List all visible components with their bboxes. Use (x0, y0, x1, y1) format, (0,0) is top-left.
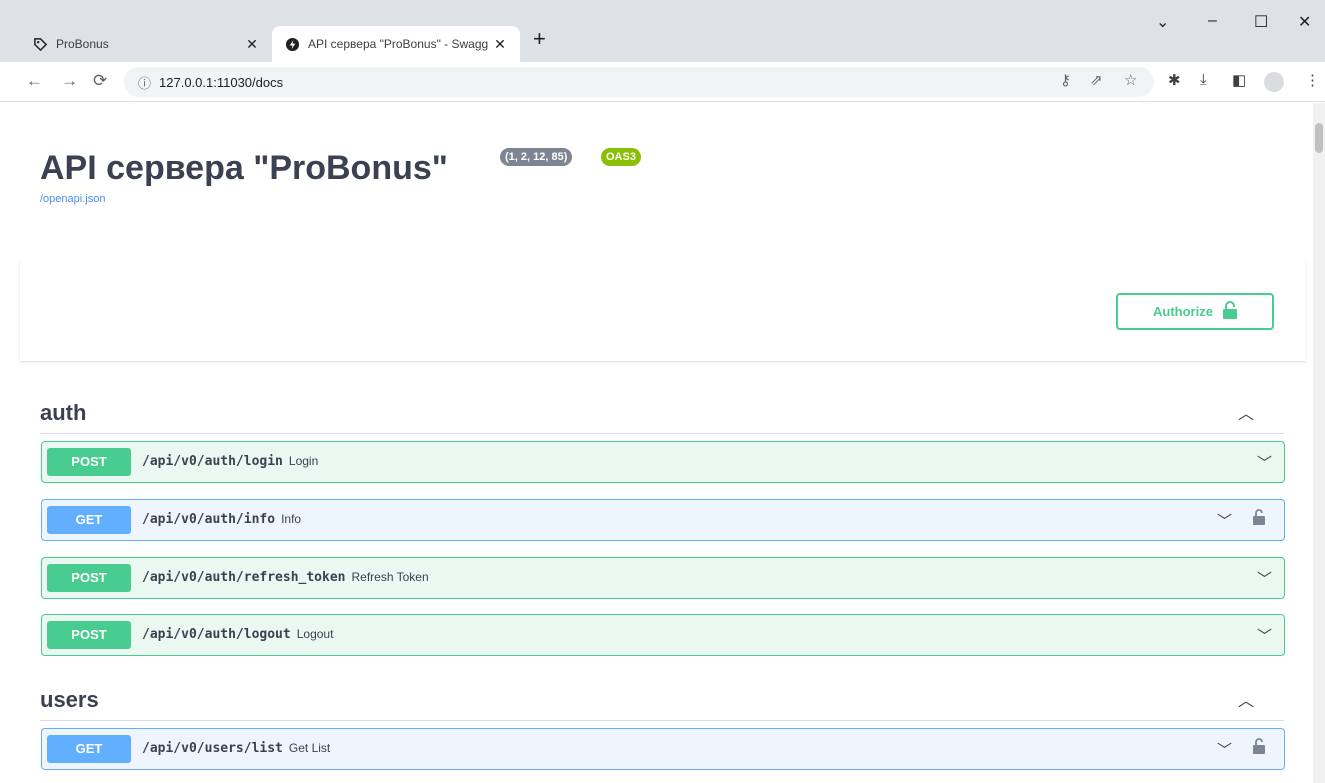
operation-row[interactable]: POST /api/v0/auth/logout Logout ﹀ (41, 614, 1285, 656)
chevron-down-icon[interactable]: ﹀ (1257, 625, 1272, 646)
path-text: /api/v0/auth/logout (142, 627, 291, 642)
sidepanel-icon[interactable]: ◧ (1232, 71, 1246, 89)
oas-badge: OAS3 (601, 148, 641, 166)
reload-icon[interactable]: ⟳ (93, 71, 107, 91)
browser-toolbar: ← → ⟳ ⓘ 127.0.0.1:11030/docs ⚷ ⇗ ☆ ✱ ⤓ ◧… (0, 62, 1325, 102)
chevron-down-icon[interactable]: ﹀ (1257, 568, 1272, 589)
operation-summary: Info (281, 512, 302, 526)
openapi-link[interactable]: /openapi.json (40, 193, 105, 205)
authorize-label: Authorize (1153, 304, 1213, 319)
operation-path: /api/v0/users/list Get List (142, 741, 330, 756)
operation-path: /api/v0/auth/login Login (142, 454, 318, 469)
close-icon[interactable]: ✕ (242, 36, 262, 53)
window-close-icon[interactable]: ✕ (1298, 12, 1311, 32)
page-title: API сервера "ProBonus" (40, 149, 448, 187)
version-badge: (1, 2, 12, 85) (500, 148, 573, 166)
scheme-container: Authorize (20, 261, 1306, 361)
path-text: /api/v0/auth/info (142, 512, 276, 527)
tab-swagger[interactable]: API сервера "ProBonus" - Swagg ✕ (272, 26, 520, 62)
swagger-page: API сервера "ProBonus" (1, 2, 12, 85) OA… (0, 103, 1313, 783)
method-badge: POST (47, 621, 131, 649)
key-icon[interactable]: ⚷ (1060, 71, 1071, 89)
tab-title: API сервера "ProBonus" - Swagg (308, 37, 489, 51)
path-text: /api/v0/auth/refresh_token (142, 570, 346, 585)
operation-row[interactable]: GET /api/v0/auth/info Info ﹀ (41, 499, 1285, 541)
swagger-icon (284, 36, 300, 52)
operation-path: /api/v0/auth/logout Logout (142, 627, 333, 642)
operation-path: /api/v0/auth/info Info (142, 512, 301, 527)
profile-avatar[interactable] (1264, 72, 1284, 92)
section-header-users[interactable]: users ︿ (40, 673, 1284, 721)
chevron-up-icon[interactable]: ︿ (1238, 400, 1254, 424)
close-icon[interactable]: ✕ (490, 36, 510, 53)
operation-summary: Get List (288, 741, 331, 755)
operation-summary: Refresh Token (351, 570, 429, 584)
tab-search-icon[interactable]: ⌄ (1156, 12, 1169, 32)
page-scrollbar[interactable] (1313, 103, 1325, 783)
chevron-down-icon[interactable]: ﹀ (1257, 452, 1272, 473)
operation-path: /api/v0/auth/refresh_token Refresh Token (142, 570, 429, 585)
operation-summary: Login (288, 454, 319, 468)
scrollbar-thumb[interactable] (1315, 123, 1323, 153)
section-name: auth (40, 400, 87, 425)
operation-row[interactable]: POST /api/v0/auth/login Login ﹀ (41, 441, 1285, 483)
path-text: /api/v0/auth/login (142, 454, 283, 469)
section-header-auth[interactable]: auth ︿ (40, 386, 1284, 434)
extensions-icon[interactable]: ✱ (1168, 71, 1181, 89)
star-icon[interactable]: ☆ (1124, 71, 1137, 89)
method-badge: GET (47, 506, 131, 534)
operation-summary: Logout (296, 627, 334, 641)
menu-icon[interactable]: ⋮ (1305, 71, 1320, 89)
lock-icon (1222, 301, 1237, 322)
method-badge: GET (47, 735, 131, 763)
path-text: /api/v0/users/list (142, 741, 283, 756)
unlocked-icon[interactable] (1253, 737, 1265, 760)
chevron-up-icon[interactable]: ︿ (1238, 687, 1254, 711)
method-badge: POST (47, 448, 131, 476)
share-icon[interactable]: ⇗ (1090, 71, 1103, 89)
operation-row[interactable]: POST /api/v0/auth/refresh_token Refresh T… (41, 557, 1285, 599)
download-icon[interactable]: ⤓ (1200, 71, 1207, 88)
tab-title: ProBonus (56, 37, 109, 51)
new-tab-icon[interactable]: + (533, 28, 546, 50)
minimize-icon[interactable]: – (1208, 12, 1217, 30)
operation-row[interactable]: GET /api/v0/users/list Get List ﹀ (41, 728, 1285, 770)
unlocked-icon[interactable] (1253, 508, 1265, 531)
chevron-down-icon[interactable]: ﹀ (1217, 739, 1232, 760)
tag-icon (32, 36, 48, 52)
authorize-button[interactable]: Authorize (1116, 293, 1274, 330)
chevron-down-icon[interactable]: ﹀ (1217, 510, 1232, 531)
info-icon[interactable]: ⓘ (138, 73, 151, 92)
url-text: 127.0.0.1:11030/docs (159, 74, 284, 90)
browser-tabbar: ProBonus ✕ API сервера "ProBonus" - Swag… (0, 0, 1325, 63)
back-icon[interactable]: ← (26, 71, 43, 91)
maximize-icon[interactable]: ☐ (1254, 12, 1268, 32)
method-badge: POST (47, 564, 131, 592)
forward-icon[interactable]: → (61, 71, 78, 91)
section-name: users (40, 687, 99, 712)
address-bar[interactable]: ⓘ 127.0.0.1:11030/docs (124, 67, 1154, 97)
tab-probonus[interactable]: ProBonus ✕ (20, 26, 272, 62)
